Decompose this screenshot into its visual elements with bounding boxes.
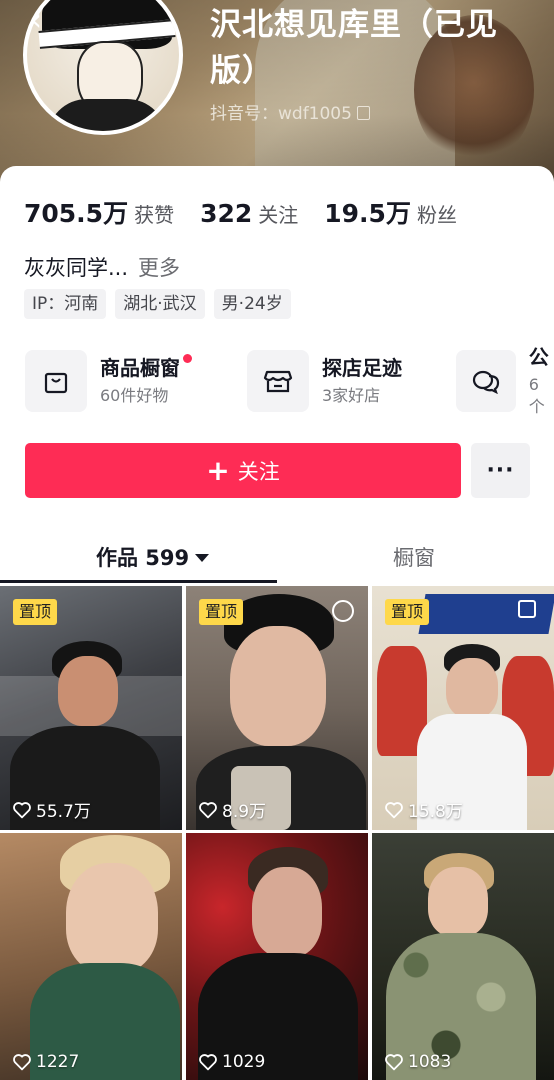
tag-ip: IP：河南: [24, 289, 107, 319]
bio-text: 灰灰同学...: [24, 256, 129, 280]
stat-label: 粉丝: [416, 203, 457, 227]
follow-button[interactable]: + 关注: [25, 443, 461, 498]
heart-icon: [385, 1054, 403, 1071]
bio-more-link[interactable]: 更多: [138, 256, 180, 280]
feature-title: 探店足迹: [322, 356, 402, 380]
pinned-badge: 置顶: [199, 599, 244, 625]
heart-icon: [199, 1054, 217, 1071]
live-photo-icon: [332, 600, 354, 622]
video-thumbnail[interactable]: 置顶 15.8万: [372, 586, 554, 830]
like-count-text: 1029: [222, 1052, 266, 1072]
feature-shop-window[interactable]: 商品橱窗 60件好物: [25, 350, 192, 412]
like-count-text: 55.7万: [36, 802, 91, 822]
caret-down-icon[interactable]: [195, 554, 210, 562]
stat-value: 322: [200, 199, 253, 228]
back-arrow-icon[interactable]: ‹: [30, 6, 56, 36]
heart-icon: [385, 801, 403, 818]
stat-followers[interactable]: 19.5万 粉丝: [324, 194, 457, 230]
like-count: 1029: [198, 1052, 265, 1072]
feature-title-text: 商品橱窗: [100, 356, 180, 380]
multi-image-icon: [518, 600, 536, 618]
thumb-face: [230, 626, 326, 746]
video-thumbnail[interactable]: 1029: [186, 833, 368, 1080]
douyin-id[interactable]: 抖音号：wdf1005: [210, 99, 370, 124]
like-count-text: 15.8万: [408, 802, 463, 822]
avatar-shirt: [47, 99, 167, 131]
stat-label: 获赞: [134, 203, 175, 227]
like-count: 15.8万: [384, 797, 463, 822]
like-count-text: 1227: [36, 1052, 80, 1072]
feature-subtitle: 3家好店: [322, 386, 381, 405]
thumb-face: [428, 867, 488, 937]
heart-icon: [13, 1054, 31, 1071]
notification-dot: [183, 354, 192, 363]
chat-bubbles-icon: [456, 350, 516, 412]
thumb-face: [446, 658, 498, 718]
thumb-face: [252, 867, 322, 957]
stats-row: 705.5万 获赞 322 关注 19.5万 粉丝: [24, 194, 483, 230]
feature-title: 商品橱窗: [100, 354, 192, 381]
feature-subtitle: 6个: [528, 375, 545, 416]
shopping-bag-icon: [25, 350, 87, 412]
heart-icon: [199, 801, 217, 818]
heart-icon: [13, 801, 31, 818]
thumb-face: [66, 863, 158, 973]
video-thumbnail[interactable]: 1083: [372, 833, 554, 1080]
tab-shop-window[interactable]: 橱窗: [393, 542, 435, 572]
feature-title: 公: [528, 345, 549, 369]
like-count-text: 1083: [408, 1052, 452, 1072]
feature-group-chat[interactable]: 公 6个: [456, 345, 554, 416]
plus-icon: +: [206, 453, 230, 487]
video-thumbnail[interactable]: 置顶 55.7万: [0, 586, 182, 830]
stat-likes[interactable]: 705.5万 获赞: [24, 194, 174, 230]
video-thumbnail[interactable]: 1227: [0, 833, 182, 1080]
pinned-badge: 置顶: [385, 599, 430, 625]
like-count: 1227: [12, 1052, 79, 1072]
active-tab-indicator: [0, 580, 277, 583]
douyin-id-text: 抖音号：wdf1005: [210, 104, 352, 124]
bio: 灰灰同学... 更多: [24, 252, 180, 282]
profile-tags: IP：河南 湖北·武汉 男·24岁: [24, 289, 291, 319]
like-count-text: 8.9万: [222, 802, 267, 822]
stat-value: 705.5万: [24, 199, 129, 228]
thumb-face: [58, 656, 118, 726]
profile-name: 沢北想见库里（已见版）: [210, 7, 498, 89]
feature-subtitle: 60件好物: [100, 386, 169, 405]
pinned-badge: 置顶: [13, 599, 58, 625]
like-count: 55.7万: [12, 797, 91, 822]
feature-store-visits[interactable]: 探店足迹 3家好店: [247, 350, 402, 412]
store-icon: [247, 350, 309, 412]
like-count: 1083: [384, 1052, 451, 1072]
video-grid: 置顶 55.7万 置顶 8.9万 置顶 15.8万 1227 1029 1083: [0, 586, 554, 1080]
tab-works[interactable]: 作品 599: [96, 542, 210, 572]
tab-works-label: 作品 599: [96, 546, 190, 570]
copy-icon[interactable]: [356, 106, 370, 120]
video-thumbnail[interactable]: 置顶 8.9万: [186, 586, 368, 830]
stat-value: 19.5万: [324, 199, 411, 228]
stat-label: 关注: [258, 203, 299, 227]
tag-location: 湖北·武汉: [115, 289, 205, 319]
follow-label: 关注: [237, 459, 280, 484]
stat-following[interactable]: 322 关注: [200, 199, 298, 228]
like-count: 8.9万: [198, 797, 266, 822]
tag-gender-age: 男·24岁: [213, 289, 291, 319]
more-options-button[interactable]: ···: [471, 443, 530, 498]
